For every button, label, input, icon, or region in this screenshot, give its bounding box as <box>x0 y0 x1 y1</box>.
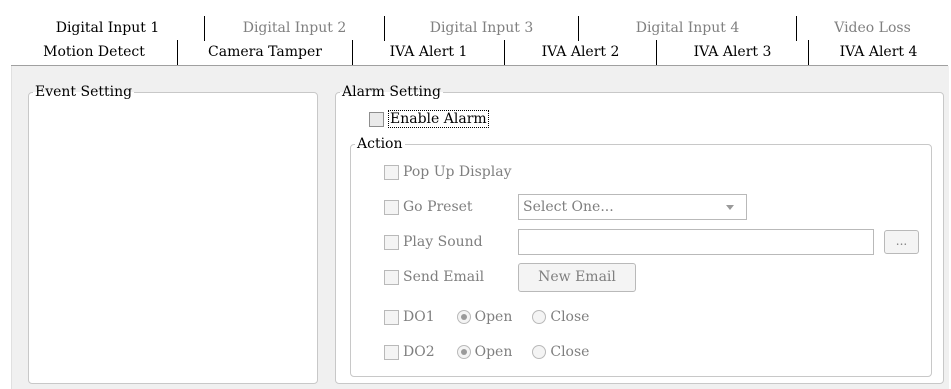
enable-alarm-label[interactable]: Enable Alarm <box>388 110 489 128</box>
preset-select-value: Select One... <box>523 199 614 215</box>
tab-digital-input-3[interactable]: Digital Input 3 <box>385 16 579 41</box>
do2-close-label: Close <box>550 344 590 360</box>
do1-open-radio[interactable] <box>456 310 471 324</box>
play-sound-checkbox[interactable] <box>384 234 399 250</box>
go-preset-label: Go Preset <box>403 199 473 215</box>
tab-row-back: Digital Input 1 Digital Input 2 Digital … <box>11 16 948 41</box>
do2-label: DO2 <box>403 344 435 360</box>
do1-label: DO1 <box>403 309 435 325</box>
do2-open-radio[interactable] <box>456 345 471 359</box>
event-setting-title: Event Setting <box>35 84 133 100</box>
do1-close-label: Close <box>550 309 590 325</box>
do1-row[interactable]: DO1 Open Close <box>384 306 589 328</box>
do1-checkbox[interactable] <box>384 309 399 325</box>
event-setting-group: Event Setting <box>28 84 318 384</box>
tab-row-front: Motion Detect Camera Tamper IVA Alert 1 … <box>11 40 948 66</box>
tab-digital-input-1[interactable]: Digital Input 1 <box>11 16 205 41</box>
alarm-setting-title: Alarm Setting <box>342 84 441 100</box>
popup-display-checkbox[interactable] <box>384 164 399 180</box>
chevron-down-icon <box>726 205 734 210</box>
do1-open-label: Open <box>474 309 513 325</box>
send-email-checkbox[interactable] <box>384 269 399 285</box>
preset-select[interactable]: Select One... <box>518 194 747 220</box>
tab-video-loss[interactable]: Video Loss <box>797 16 948 41</box>
tab-digital-input-2[interactable]: Digital Input 2 <box>205 16 385 41</box>
browse-sound-button[interactable]: ... <box>884 230 919 254</box>
popup-display-row[interactable]: Pop Up Display <box>384 161 512 183</box>
tab-iva-alert-2[interactable]: IVA Alert 2 <box>505 40 657 65</box>
tab-motion-detect[interactable]: Motion Detect <box>11 40 178 65</box>
do2-close-radio[interactable] <box>532 345 547 359</box>
tab-camera-tamper[interactable]: Camera Tamper <box>178 40 353 65</box>
send-email-row[interactable]: Send Email <box>384 266 484 288</box>
do2-row[interactable]: DO2 Open Close <box>384 341 589 363</box>
tab-iva-alert-3[interactable]: IVA Alert 3 <box>657 40 809 65</box>
do1-close-radio[interactable] <box>532 310 547 324</box>
play-sound-label: Play Sound <box>403 234 483 250</box>
send-email-label: Send Email <box>403 269 485 285</box>
play-sound-row[interactable]: Play Sound <box>384 231 483 253</box>
tab-iva-alert-1[interactable]: IVA Alert 1 <box>353 40 505 65</box>
tab-iva-alert-4[interactable]: IVA Alert 4 <box>809 40 948 65</box>
go-preset-row[interactable]: Go Preset <box>384 196 473 218</box>
enable-alarm-checkbox[interactable] <box>369 111 384 127</box>
action-title: Action <box>357 136 403 152</box>
new-email-button[interactable]: New Email <box>518 263 636 292</box>
enable-alarm-row[interactable]: Enable Alarm <box>369 108 489 130</box>
tab-digital-input-4[interactable]: Digital Input 4 <box>579 16 797 41</box>
go-preset-checkbox[interactable] <box>384 199 399 215</box>
sound-file-input[interactable] <box>518 229 874 255</box>
do2-open-label: Open <box>474 344 513 360</box>
popup-display-label: Pop Up Display <box>403 164 512 180</box>
do2-checkbox[interactable] <box>384 344 399 360</box>
